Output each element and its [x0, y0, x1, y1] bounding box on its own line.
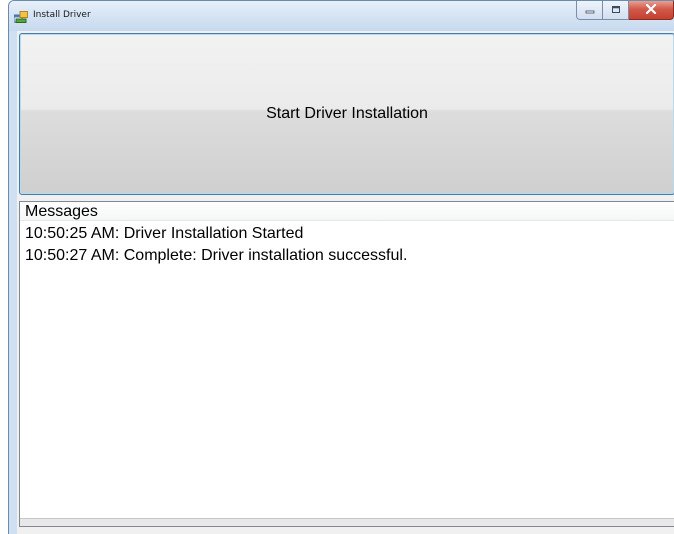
app-icon[interactable] — [13, 10, 28, 23]
window-title: Install Driver — [33, 10, 91, 20]
list-item[interactable]: 10:50:25 AM: Driver Installation Started — [20, 223, 674, 245]
minimize-button[interactable] — [576, 1, 603, 20]
maximize-icon — [611, 1, 621, 19]
close-icon — [645, 1, 657, 19]
message-list: 10:50:25 AM: Driver Installation Started… — [20, 221, 674, 267]
start-driver-installation-button[interactable]: Start Driver Installation — [19, 33, 674, 195]
list-item[interactable]: 10:50:27 AM: Complete: Driver installati… — [20, 245, 674, 267]
install-driver-window: Install Driver Start Driver Installation… — [8, 0, 674, 534]
window-controls — [576, 1, 674, 21]
maximize-button[interactable] — [603, 1, 629, 20]
minimize-icon — [585, 1, 595, 19]
client-area: Start Driver Installation Messages 10:50… — [17, 31, 674, 534]
messages-list-view[interactable]: Messages 10:50:25 AM: Driver Installatio… — [19, 201, 674, 527]
horizontal-scrollbar[interactable] — [20, 518, 674, 526]
close-button[interactable] — [629, 1, 674, 20]
title-bar[interactable]: Install Driver — [9, 1, 674, 31]
messages-column-header[interactable]: Messages — [20, 202, 674, 221]
